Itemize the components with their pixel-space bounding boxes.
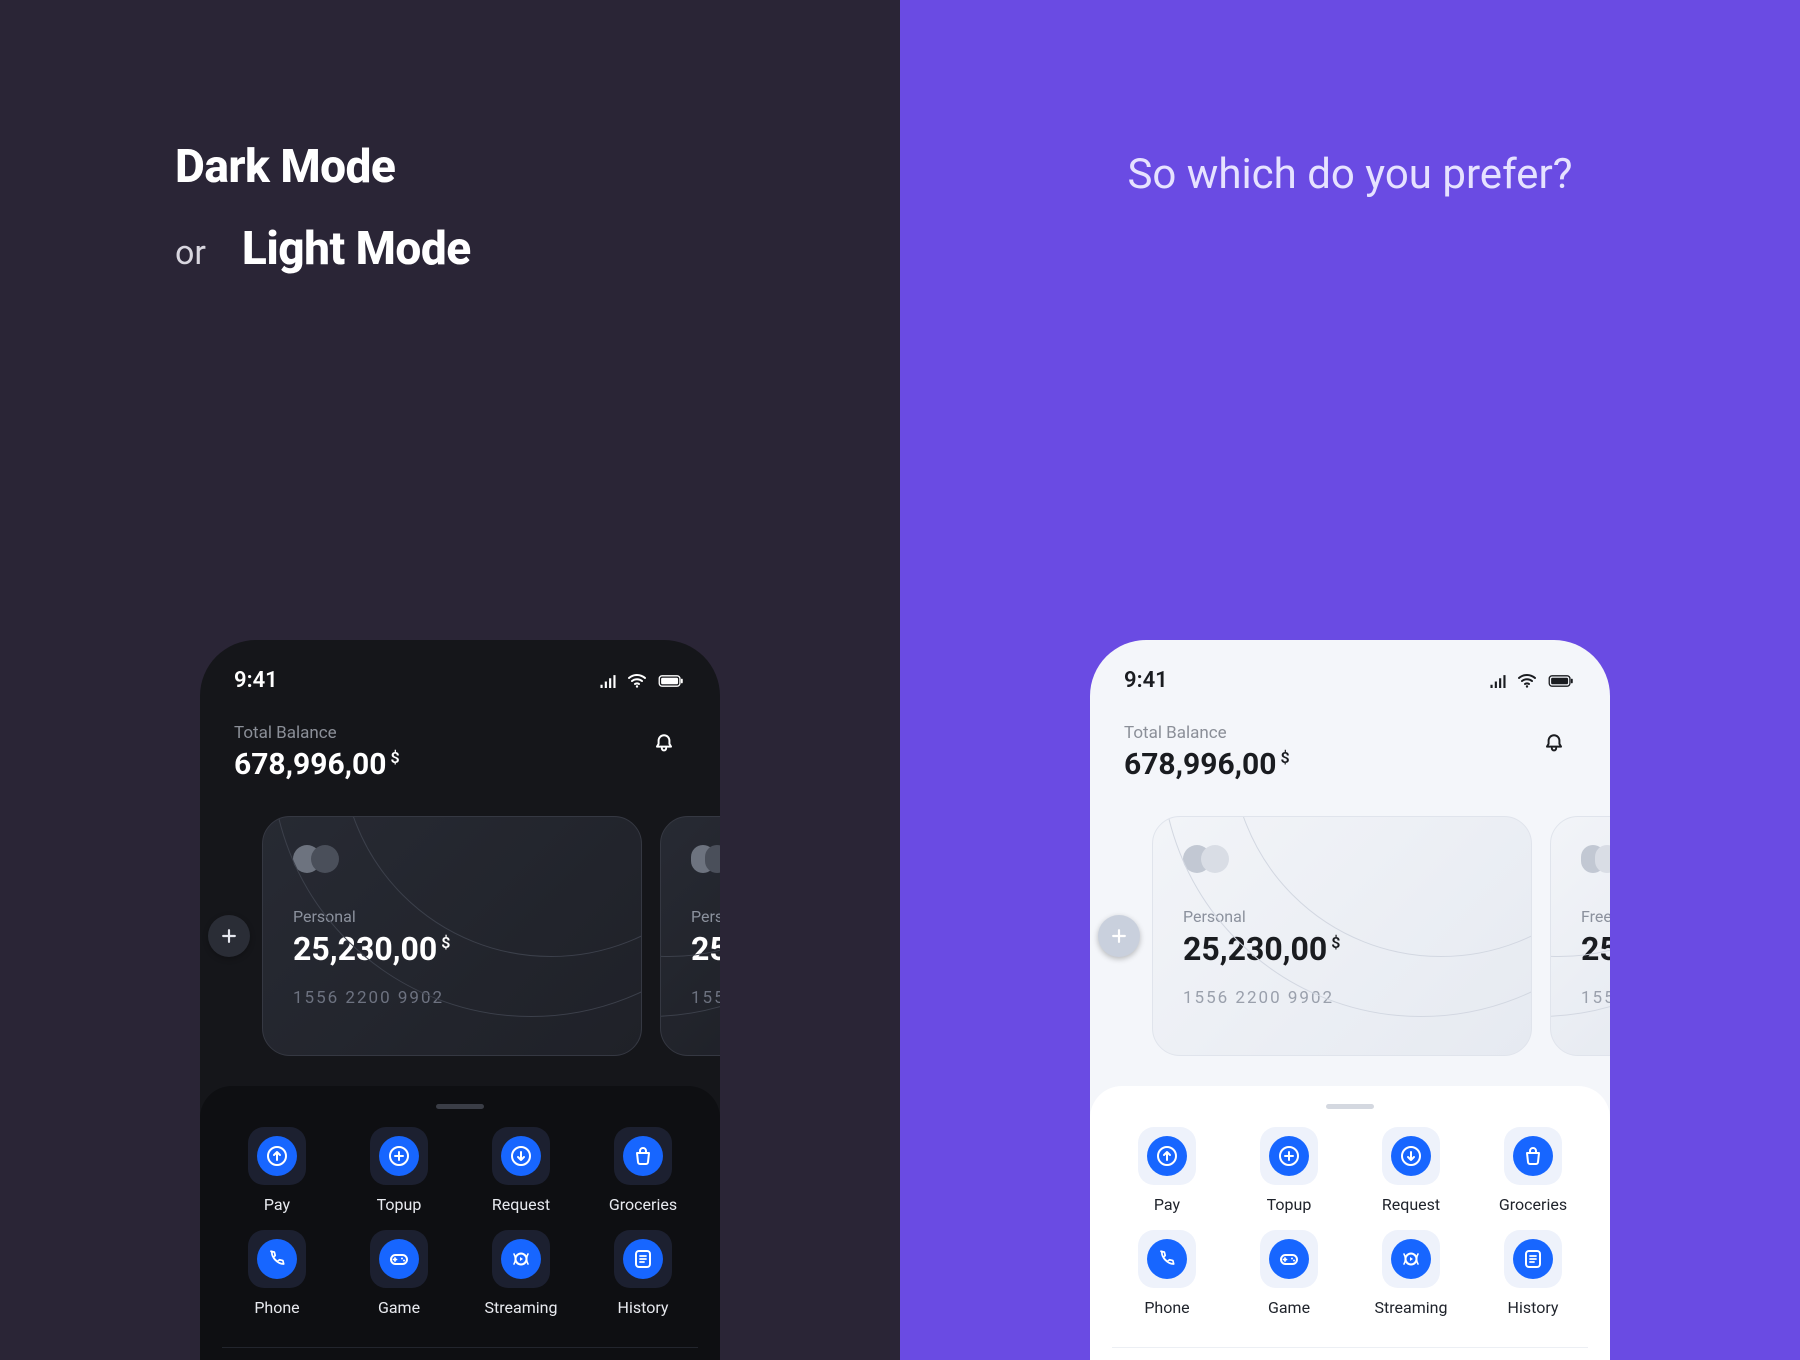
battery-icon: [656, 673, 686, 689]
stream-icon: [1399, 1247, 1423, 1271]
game-icon: [387, 1247, 411, 1271]
stream-icon: [509, 1247, 533, 1271]
plus-circle-icon: [1277, 1144, 1301, 1168]
add-card-button[interactable]: [208, 915, 250, 957]
dark-panel: Dark Mode or Light Mode 9:41 Total Balan…: [0, 0, 900, 1360]
action-pay[interactable]: Pay: [222, 1127, 332, 1214]
status-time: 9:41: [1124, 668, 1168, 693]
light-panel: So which do you prefer? 9:41 Total Balan…: [900, 0, 1800, 1360]
bell-icon: [1541, 732, 1567, 758]
cellular-icon: [1488, 674, 1508, 688]
arrow-up-icon: [1155, 1144, 1179, 1168]
balance-block: Total Balance 678,996,00$: [234, 723, 400, 782]
plus-icon: [1109, 926, 1129, 946]
plus-icon: [219, 926, 239, 946]
battery-icon: [1546, 673, 1576, 689]
bell-icon: [651, 732, 677, 758]
action-phone[interactable]: Phone: [1112, 1230, 1222, 1317]
action-game[interactable]: Game: [1234, 1230, 1344, 1317]
action-streaming[interactable]: Streaming: [466, 1230, 576, 1317]
balance-value: 678,996,00$: [234, 747, 400, 782]
phone-dark: 9:41 Total Balance 678,996,00$: [200, 640, 720, 1360]
hero-or: or: [175, 233, 206, 273]
status-time: 9:41: [234, 668, 278, 693]
actions-sheet: Pay Topup Request Groceries Phone Game S…: [200, 1086, 720, 1360]
hero-light-mode: Light Mode: [242, 222, 471, 276]
sheet-grabber[interactable]: [436, 1104, 484, 1109]
bag-icon: [1521, 1144, 1545, 1168]
phone-light: 9:41 Total Balance 678,996,00$: [1090, 640, 1610, 1360]
card-personal[interactable]: Personal 25,230,00$ 1556 2200 9902: [262, 816, 642, 1056]
hero-right: So which do you prefer?: [900, 150, 1800, 199]
card-secondary[interactable]: Free 25 155: [1550, 816, 1610, 1056]
actions-grid: Pay Topup Request Groceries Phone Game S…: [1112, 1127, 1588, 1317]
status-bar: 9:41: [200, 640, 720, 703]
action-game[interactable]: Game: [344, 1230, 454, 1317]
add-card-button[interactable]: [1098, 915, 1140, 957]
history-icon: [631, 1247, 655, 1271]
sheet-grabber[interactable]: [1326, 1104, 1374, 1109]
card-secondary[interactable]: Pers 25 155: [660, 816, 720, 1056]
arrow-down-icon: [509, 1144, 533, 1168]
phone-icon: [1155, 1247, 1179, 1271]
plus-circle-icon: [387, 1144, 411, 1168]
bag-icon: [631, 1144, 655, 1168]
balance-label: Total Balance: [234, 723, 400, 743]
balance-block: Total Balance 678,996,00$: [1124, 723, 1290, 782]
arrow-up-icon: [265, 1144, 289, 1168]
divider: [222, 1347, 698, 1348]
action-history[interactable]: History: [1478, 1230, 1588, 1317]
action-pay[interactable]: Pay: [1112, 1127, 1222, 1214]
balance-value: 678,996,00$: [1124, 747, 1290, 782]
status-bar: 9:41: [1090, 640, 1610, 703]
action-groceries[interactable]: Groceries: [588, 1127, 698, 1214]
action-topup[interactable]: Topup: [344, 1127, 454, 1214]
action-groceries[interactable]: Groceries: [1478, 1127, 1588, 1214]
action-topup[interactable]: Topup: [1234, 1127, 1344, 1214]
balance-label: Total Balance: [1124, 723, 1290, 743]
action-history[interactable]: History: [588, 1230, 698, 1317]
action-phone[interactable]: Phone: [222, 1230, 332, 1317]
action-request[interactable]: Request: [1356, 1127, 1466, 1214]
actions-grid: Pay Topup Request Groceries Phone Game S…: [222, 1127, 698, 1317]
action-request[interactable]: Request: [466, 1127, 576, 1214]
action-streaming[interactable]: Streaming: [1356, 1230, 1466, 1317]
phone-icon: [265, 1247, 289, 1271]
status-icons: [1488, 673, 1576, 689]
notifications-button[interactable]: [642, 723, 686, 767]
notifications-button[interactable]: [1532, 723, 1576, 767]
actions-sheet: Pay Topup Request Groceries Phone Game S…: [1090, 1086, 1610, 1360]
hero-dark-mode: Dark Mode: [175, 140, 471, 194]
wifi-icon: [626, 673, 648, 689]
game-icon: [1277, 1247, 1301, 1271]
status-icons: [598, 673, 686, 689]
card-personal[interactable]: Personal 25,230,00$ 1556 2200 9902: [1152, 816, 1532, 1056]
cellular-icon: [598, 674, 618, 688]
arrow-down-icon: [1399, 1144, 1423, 1168]
wifi-icon: [1516, 673, 1538, 689]
hero-left: Dark Mode or Light Mode: [175, 140, 471, 276]
history-icon: [1521, 1247, 1545, 1271]
divider: [1112, 1347, 1588, 1348]
